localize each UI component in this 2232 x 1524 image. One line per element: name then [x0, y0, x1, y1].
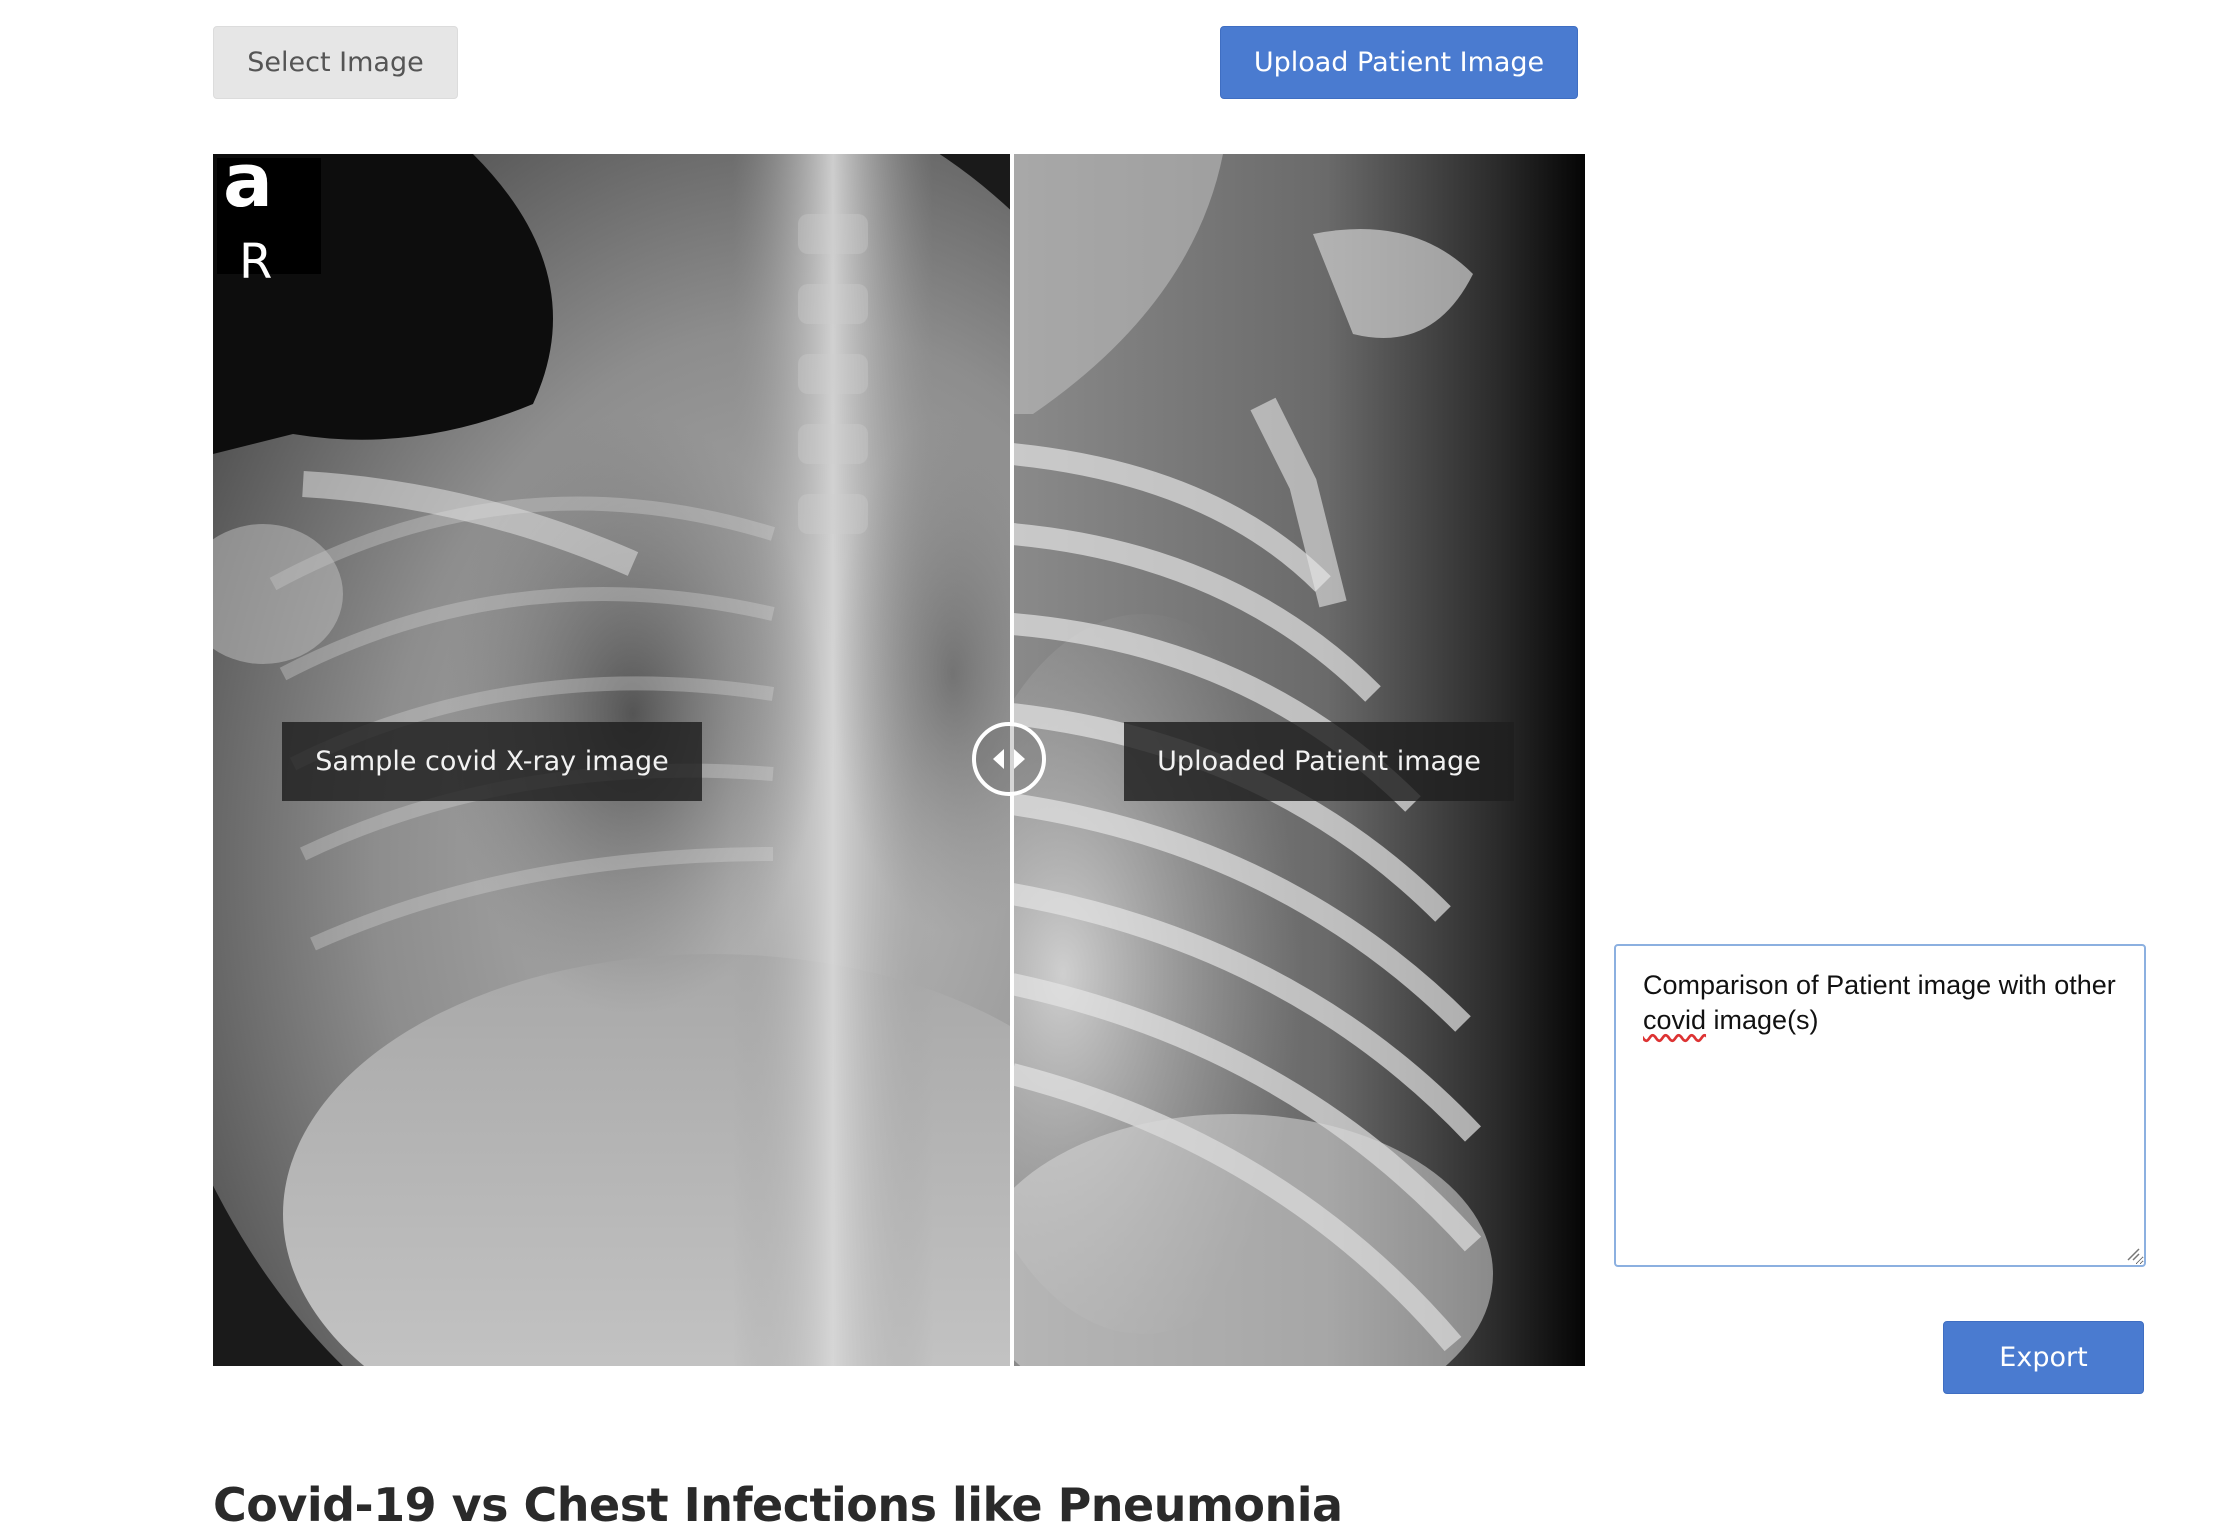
resize-grip-icon[interactable]	[2124, 1245, 2140, 1261]
marker-side: R	[239, 234, 273, 290]
section-title: Covid-19 vs Chest Infections like Pneumo…	[213, 1478, 1343, 1524]
arrow-left-icon	[993, 749, 1004, 769]
marker-letter: a	[223, 154, 273, 224]
notes-misspelled-word: covid	[1643, 1005, 1707, 1035]
export-button[interactable]: Export	[1943, 1321, 2144, 1394]
arrow-right-icon	[1014, 749, 1025, 769]
orientation-marker: a R	[217, 154, 321, 286]
notes-text-end: image(s)	[1706, 1005, 1819, 1035]
uploaded-image-label: Uploaded Patient image	[1124, 722, 1514, 801]
comparison-notes-textarea[interactable]: Comparison of Patient image with other c…	[1614, 944, 2146, 1267]
comparison-page: Select Image Upload Patient Image a R Sa…	[0, 0, 2232, 1524]
notes-text-start: Comparison of Patient image with other	[1643, 970, 2116, 1000]
select-image-button[interactable]: Select Image	[213, 26, 458, 99]
image-comparison-slider[interactable]: a R Sample covid X-ray image Uploaded Pa…	[213, 154, 1585, 1366]
sample-image-label: Sample covid X-ray image	[282, 722, 702, 801]
upload-patient-image-button[interactable]: Upload Patient Image	[1220, 26, 1578, 99]
slider-handle[interactable]	[972, 722, 1046, 796]
